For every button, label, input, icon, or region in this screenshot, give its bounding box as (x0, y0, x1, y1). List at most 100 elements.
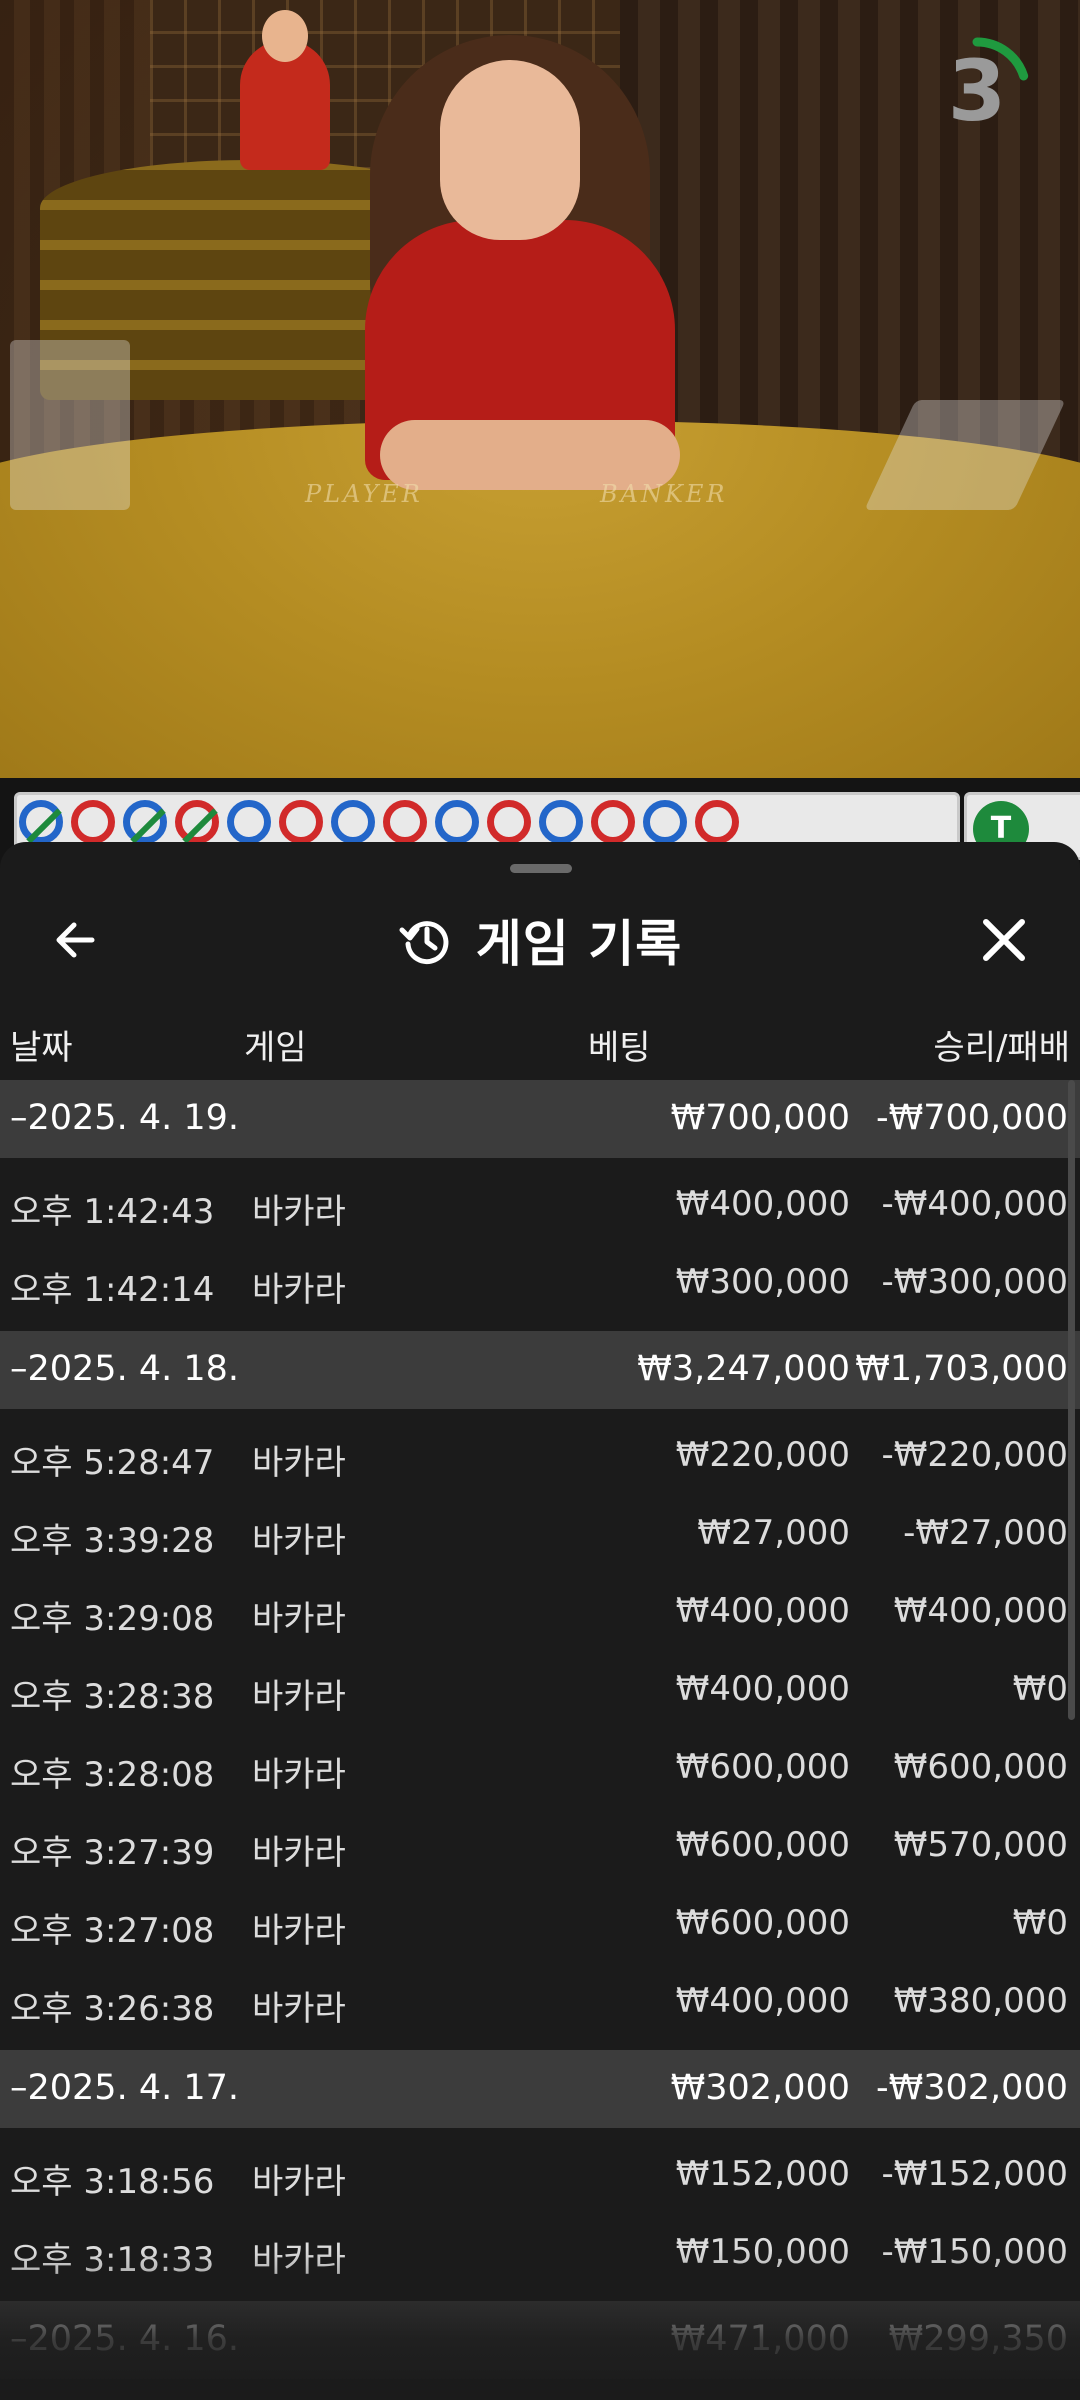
row-winloss: ₩0 (1012, 1903, 1068, 1943)
row-time: 오후 3:27:08 (10, 1911, 215, 1951)
row-bet: ₩400,000 (675, 1981, 850, 2021)
tie-slash (182, 808, 218, 844)
row-time: 오후 5:28:47 (10, 1443, 215, 1483)
row-winloss: ₩570,000 (893, 1825, 1068, 1865)
bead-player (123, 800, 167, 844)
row-time: 오후 3:18:56 (10, 2162, 215, 2202)
bead-banker (487, 800, 531, 844)
history-list[interactable]: –2025. 4. 19. ₩700,000 -₩700,000 오후 1:42:43… (0, 1080, 1080, 2379)
row-time: 오후 3:28:38 (10, 1677, 215, 1717)
bead-player (539, 800, 583, 844)
group-bet-total: ₩3,247,000 (637, 1349, 850, 1389)
row-bet: ₩220,000 (675, 1435, 850, 1475)
bead-player (331, 800, 375, 844)
bead-player (435, 800, 479, 844)
row-time: 오후 3:26:38 (10, 1989, 215, 2029)
history-row[interactable]: 오후 3:27:39 바카라 ₩600,000 ₩570,000 (0, 1807, 1080, 1885)
group-bet-total: ₩302,000 (670, 2068, 850, 2108)
row-game: 바카라 (252, 1833, 346, 1873)
row-bet: ₩150,000 (675, 2232, 850, 2272)
column-headers: 날짜 게임 베팅 승리/패배 (0, 1010, 1080, 1082)
row-winloss: -₩27,000 (903, 1513, 1068, 1553)
row-game: 바카라 (252, 1677, 346, 1717)
history-row[interactable]: 오후 1:42:14 바카라 ₩300,000 -₩300,000 (0, 1244, 1080, 1322)
row-game: 바카라 (252, 1270, 346, 1310)
group-date: –2025. 4. 17. (10, 2068, 240, 2108)
countdown-timer: 3 (922, 36, 1032, 146)
dealer-face (440, 60, 580, 240)
countdown-value: 3 (947, 42, 1007, 140)
history-icon (399, 921, 449, 965)
bead-banker (279, 800, 323, 844)
history-row[interactable]: 오후 3:26:38 바카라 ₩400,000 ₩380,000 (0, 1963, 1080, 2041)
tie-slash (26, 808, 62, 844)
history-row[interactable]: 오후 3:18:56 바카라 ₩152,000 -₩152,000 (0, 2136, 1080, 2214)
group-date: –2025. 4. 16. (10, 2319, 240, 2359)
row-bet: ₩600,000 (675, 1747, 850, 1787)
date-group-header[interactable]: –2025. 4. 16. ₩471,000 ₩299,350 (0, 2301, 1080, 2379)
group-winloss-total: ₩299,350 (888, 2319, 1068, 2359)
row-time: 오후 1:42:43 (10, 1192, 215, 1232)
group-bet-total: ₩471,000 (670, 2319, 850, 2359)
row-time: 오후 3:39:28 (10, 1521, 215, 1561)
history-row[interactable]: 오후 3:28:08 바카라 ₩600,000 ₩600,000 (0, 1729, 1080, 1807)
panel-title: 게임 기록 (475, 915, 683, 973)
row-winloss: -₩150,000 (881, 2232, 1069, 2272)
history-row[interactable]: 오후 3:29:08 바카라 ₩400,000 ₩400,000 (0, 1573, 1080, 1651)
row-bet: ₩27,000 (697, 1513, 850, 1553)
tie-slash (130, 808, 166, 844)
row-time: 오후 3:18:33 (10, 2240, 215, 2280)
bead-player (227, 800, 271, 844)
row-bet: ₩152,000 (675, 2154, 850, 2194)
history-row[interactable]: 오후 3:18:33 바카라 ₩150,000 -₩150,000 (0, 2214, 1080, 2292)
column-header-game: 게임 (244, 1028, 307, 1068)
bead-banker (695, 800, 739, 844)
row-winloss: ₩400,000 (893, 1591, 1068, 1631)
panel-header: 게임 기록 (0, 882, 1080, 992)
date-group-header[interactable]: –2025. 4. 18. ₩3,247,000 ₩1,703,000 (0, 1331, 1080, 1409)
scrollbar[interactable] (1068, 1080, 1075, 1720)
drag-handle[interactable] (510, 864, 572, 873)
date-group-header[interactable]: –2025. 4. 19. ₩700,000 -₩700,000 (0, 1080, 1080, 1158)
row-game: 바카라 (252, 1599, 346, 1639)
row-bet: ₩400,000 (675, 1669, 850, 1709)
group-winloss-total: -₩302,000 (876, 2068, 1068, 2108)
row-bet: ₩600,000 (675, 1825, 850, 1865)
close-icon (983, 919, 1025, 961)
column-header-date: 날짜 (10, 1028, 73, 1068)
row-game: 바카라 (252, 1911, 346, 1951)
game-history-panel: 게임 기록 날짜 게임 베팅 승리/패배 –2025. 4. 19. ₩700,0… (0, 842, 1080, 2400)
row-game: 바카라 (252, 1192, 346, 1232)
discard-tray (10, 340, 130, 510)
row-time: 오후 3:28:08 (10, 1755, 215, 1795)
row-game: 바카라 (252, 2240, 346, 2280)
bead-banker (71, 800, 115, 844)
bead-player (19, 800, 63, 844)
history-row[interactable]: 오후 5:28:47 바카라 ₩220,000 -₩220,000 (0, 1417, 1080, 1495)
row-winloss: -₩220,000 (881, 1435, 1069, 1475)
history-row[interactable]: 오후 3:27:08 바카라 ₩600,000 ₩0 (0, 1885, 1080, 1963)
group-date: –2025. 4. 19. (10, 1098, 240, 1138)
background-dealer (240, 10, 330, 170)
close-button[interactable] (976, 912, 1032, 968)
history-row[interactable]: 오후 3:28:38 바카라 ₩400,000 ₩0 (0, 1651, 1080, 1729)
row-time: 오후 3:27:39 (10, 1833, 215, 1873)
row-winloss: -₩300,000 (881, 1262, 1069, 1302)
group-winloss-total: ₩1,703,000 (855, 1349, 1068, 1389)
date-group-header[interactable]: –2025. 4. 17. ₩302,000 -₩302,000 (0, 2050, 1080, 2128)
row-game: 바카라 (252, 1521, 346, 1561)
table-label-player: PLAYER (305, 480, 423, 508)
bead-banker (175, 800, 219, 844)
row-bet: ₩400,000 (675, 1184, 850, 1224)
history-row[interactable]: 오후 1:42:43 바카라 ₩400,000 -₩400,000 (0, 1166, 1080, 1244)
history-row[interactable]: 오후 3:39:28 바카라 ₩27,000 -₩27,000 (0, 1495, 1080, 1573)
column-header-bet: 베팅 (588, 1028, 651, 1068)
row-winloss: ₩380,000 (893, 1981, 1068, 2021)
row-time: 오후 3:29:08 (10, 1599, 215, 1639)
